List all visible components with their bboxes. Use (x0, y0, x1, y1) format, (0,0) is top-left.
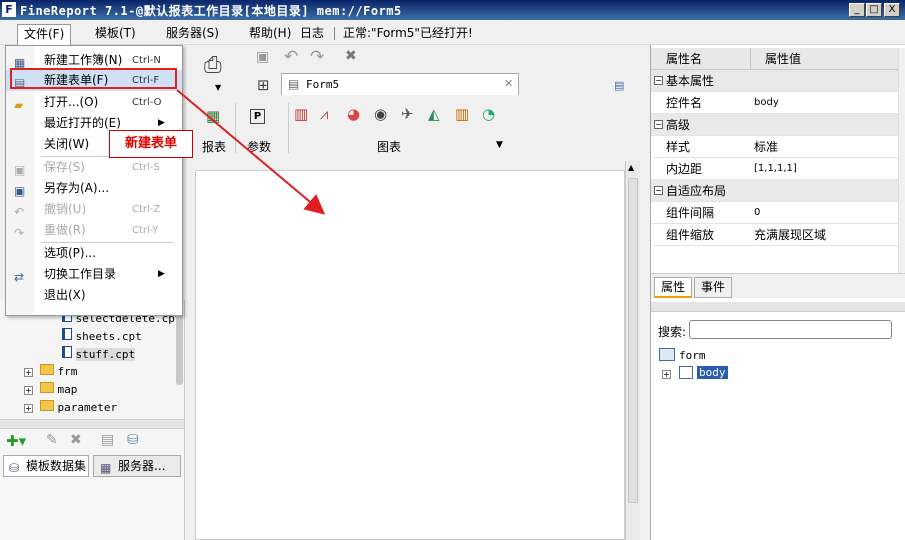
annotation-arrow (176, 89, 326, 215)
